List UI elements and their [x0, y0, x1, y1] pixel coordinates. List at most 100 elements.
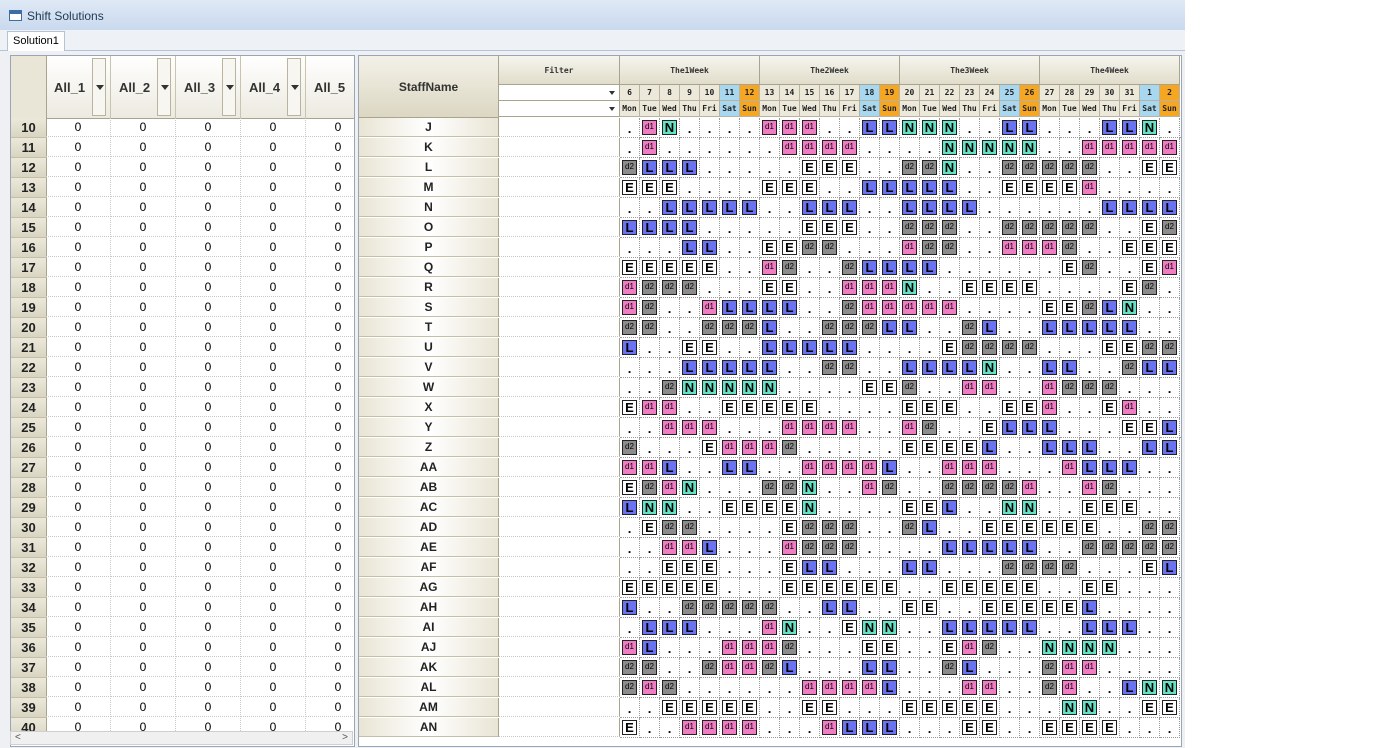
shift-cell[interactable]: .	[640, 418, 660, 438]
filter-cell[interactable]	[499, 438, 620, 457]
shift-cell[interactable]: .	[920, 338, 940, 358]
row-number[interactable]: 10	[11, 118, 47, 138]
shift-cell[interactable]: L	[660, 458, 680, 478]
shift-cell[interactable]: E	[640, 518, 660, 538]
shift-cell[interactable]: .	[880, 218, 900, 238]
shift-cell[interactable]: .	[980, 218, 1000, 238]
shift-cell[interactable]: N	[860, 618, 880, 638]
shift-cell[interactable]: E	[780, 558, 800, 578]
schedule-row[interactable]: AK d2 d2.. d2 d1 d1 d2 L... L L.. d2 L... d2 d1 d1....	[359, 658, 1181, 678]
shift-cell[interactable]: E	[740, 398, 760, 418]
shift-cell[interactable]: d2	[980, 338, 1000, 358]
shift-cell[interactable]: .	[1100, 258, 1120, 278]
shift-cell[interactable]: .	[920, 718, 940, 738]
value-cell[interactable]: 0	[176, 218, 241, 237]
shift-cell[interactable]: .	[800, 618, 820, 638]
shift-cell[interactable]: .	[1020, 318, 1040, 338]
value-cell[interactable]: 0	[111, 438, 176, 457]
shift-cell[interactable]: .	[920, 618, 940, 638]
schedule-row[interactable]: U L.. E E.. L L L L L.... Ed2 d2 d2 d2... E Ed2 d2	[359, 338, 1181, 358]
shift-cell[interactable]: L	[860, 658, 880, 678]
shift-cell[interactable]: N	[900, 278, 920, 298]
shift-cell[interactable]: d2	[620, 318, 640, 338]
shift-cell[interactable]: .	[1120, 598, 1140, 618]
shift-cell[interactable]: E	[620, 178, 640, 198]
shift-cell[interactable]: d1	[840, 138, 860, 158]
shift-cell[interactable]: .	[940, 418, 960, 438]
shift-cell[interactable]: N	[1060, 698, 1080, 718]
shift-cell[interactable]: .	[1060, 278, 1080, 298]
shift-cell[interactable]: d2	[1000, 218, 1020, 238]
shift-cell[interactable]: E	[960, 578, 980, 598]
shift-cell[interactable]: N	[700, 378, 720, 398]
shift-cell[interactable]: L	[920, 178, 940, 198]
shift-cell[interactable]: N	[880, 618, 900, 638]
shift-cell[interactable]: .	[920, 458, 940, 478]
shift-cell[interactable]: d2	[680, 518, 700, 538]
schedule-row[interactable]: Sd1 d2.. d1 L L L L.. d2 d1 d1 d1 d1 d1.... E Ed2 L N..	[359, 298, 1181, 318]
shift-cell[interactable]: .	[620, 378, 640, 398]
shift-cell[interactable]: d1	[860, 458, 880, 478]
value-cell[interactable]: 0	[306, 598, 354, 617]
shift-cell[interactable]: E	[620, 478, 640, 498]
shift-cell[interactable]: L	[860, 718, 880, 738]
shift-cell[interactable]: .	[960, 258, 980, 278]
shift-cell[interactable]: .	[640, 538, 660, 558]
shift-cell[interactable]: E	[1160, 698, 1180, 718]
shift-cell[interactable]: E	[1140, 558, 1160, 578]
shift-cell[interactable]: L	[940, 618, 960, 638]
shift-cell[interactable]: .	[960, 178, 980, 198]
shift-cell[interactable]: .	[1120, 658, 1140, 678]
shift-cell[interactable]: N	[760, 378, 780, 398]
table-row[interactable]: 10 0 0 0 0 0	[11, 118, 354, 138]
shift-cell[interactable]: d2	[1060, 378, 1080, 398]
shift-cell[interactable]: L	[940, 358, 960, 378]
shift-cell[interactable]: .	[1040, 258, 1060, 278]
shift-cell[interactable]: L	[660, 218, 680, 238]
value-cell[interactable]: 0	[241, 598, 306, 617]
shift-cell[interactable]: .	[980, 118, 1000, 138]
shift-cell[interactable]: d1	[660, 418, 680, 438]
shift-cell[interactable]: E	[1000, 518, 1020, 538]
shift-cell[interactable]: .	[700, 178, 720, 198]
table-row[interactable]: 24 0 0 0 0 0	[11, 398, 354, 418]
schedule-row[interactable]: Td2 d2.. d2 d2 d2 L.. d2 d2 d2 L L.. d2 L.. L L L L L..	[359, 318, 1181, 338]
row-number[interactable]: 16	[11, 238, 47, 258]
shift-cell[interactable]: L	[760, 358, 780, 378]
staff-name[interactable]: O	[359, 218, 499, 237]
shift-cell[interactable]: .	[1160, 498, 1180, 518]
shift-cell[interactable]: .	[660, 638, 680, 658]
shift-cell[interactable]: d1	[800, 418, 820, 438]
shift-cell[interactable]: .	[1140, 298, 1160, 318]
shift-cell[interactable]: d2	[1080, 158, 1100, 178]
shift-cell[interactable]: d2	[620, 658, 640, 678]
shift-cell[interactable]: d1	[840, 278, 860, 298]
shift-cell[interactable]: .	[1180, 118, 1181, 138]
shift-cell[interactable]: N	[940, 138, 960, 158]
shift-cell[interactable]: .	[1120, 158, 1140, 178]
shift-cell[interactable]: .	[1080, 358, 1100, 378]
shift-cell[interactable]: E	[660, 178, 680, 198]
value-cell[interactable]: 0	[176, 618, 241, 637]
shift-cell[interactable]: .	[880, 338, 900, 358]
shift-cell[interactable]: .	[800, 298, 820, 318]
shift-cell[interactable]: .	[1000, 678, 1020, 698]
filter-cell[interactable]	[499, 478, 620, 497]
shift-cell[interactable]: .	[820, 478, 840, 498]
table-row[interactable]: 28 0 0 0 0 0	[11, 478, 354, 498]
schedule-row[interactable]: AF..EEE...ELL...LL...d2d2d2d2...ELL	[359, 558, 1181, 578]
shift-cell[interactable]: d2	[840, 318, 860, 338]
shift-cell[interactable]: .	[1060, 398, 1080, 418]
shift-cell[interactable]: N	[800, 478, 820, 498]
shift-cell[interactable]: d2	[1140, 278, 1160, 298]
shift-cell[interactable]: d1	[980, 678, 1000, 698]
shift-cell[interactable]: .	[1000, 458, 1020, 478]
value-cell[interactable]: 0	[241, 578, 306, 597]
shift-cell[interactable]: .	[700, 478, 720, 498]
shift-cell[interactable]: E	[1000, 178, 1020, 198]
value-cell[interactable]: 0	[111, 358, 176, 377]
shift-cell[interactable]: .	[900, 338, 920, 358]
shift-cell[interactable]: .	[1120, 178, 1140, 198]
schedule-grid[interactable]: StaffName Filter The1Week The2Week The3Wee…	[358, 55, 1182, 747]
shift-cell[interactable]: L	[800, 558, 820, 578]
